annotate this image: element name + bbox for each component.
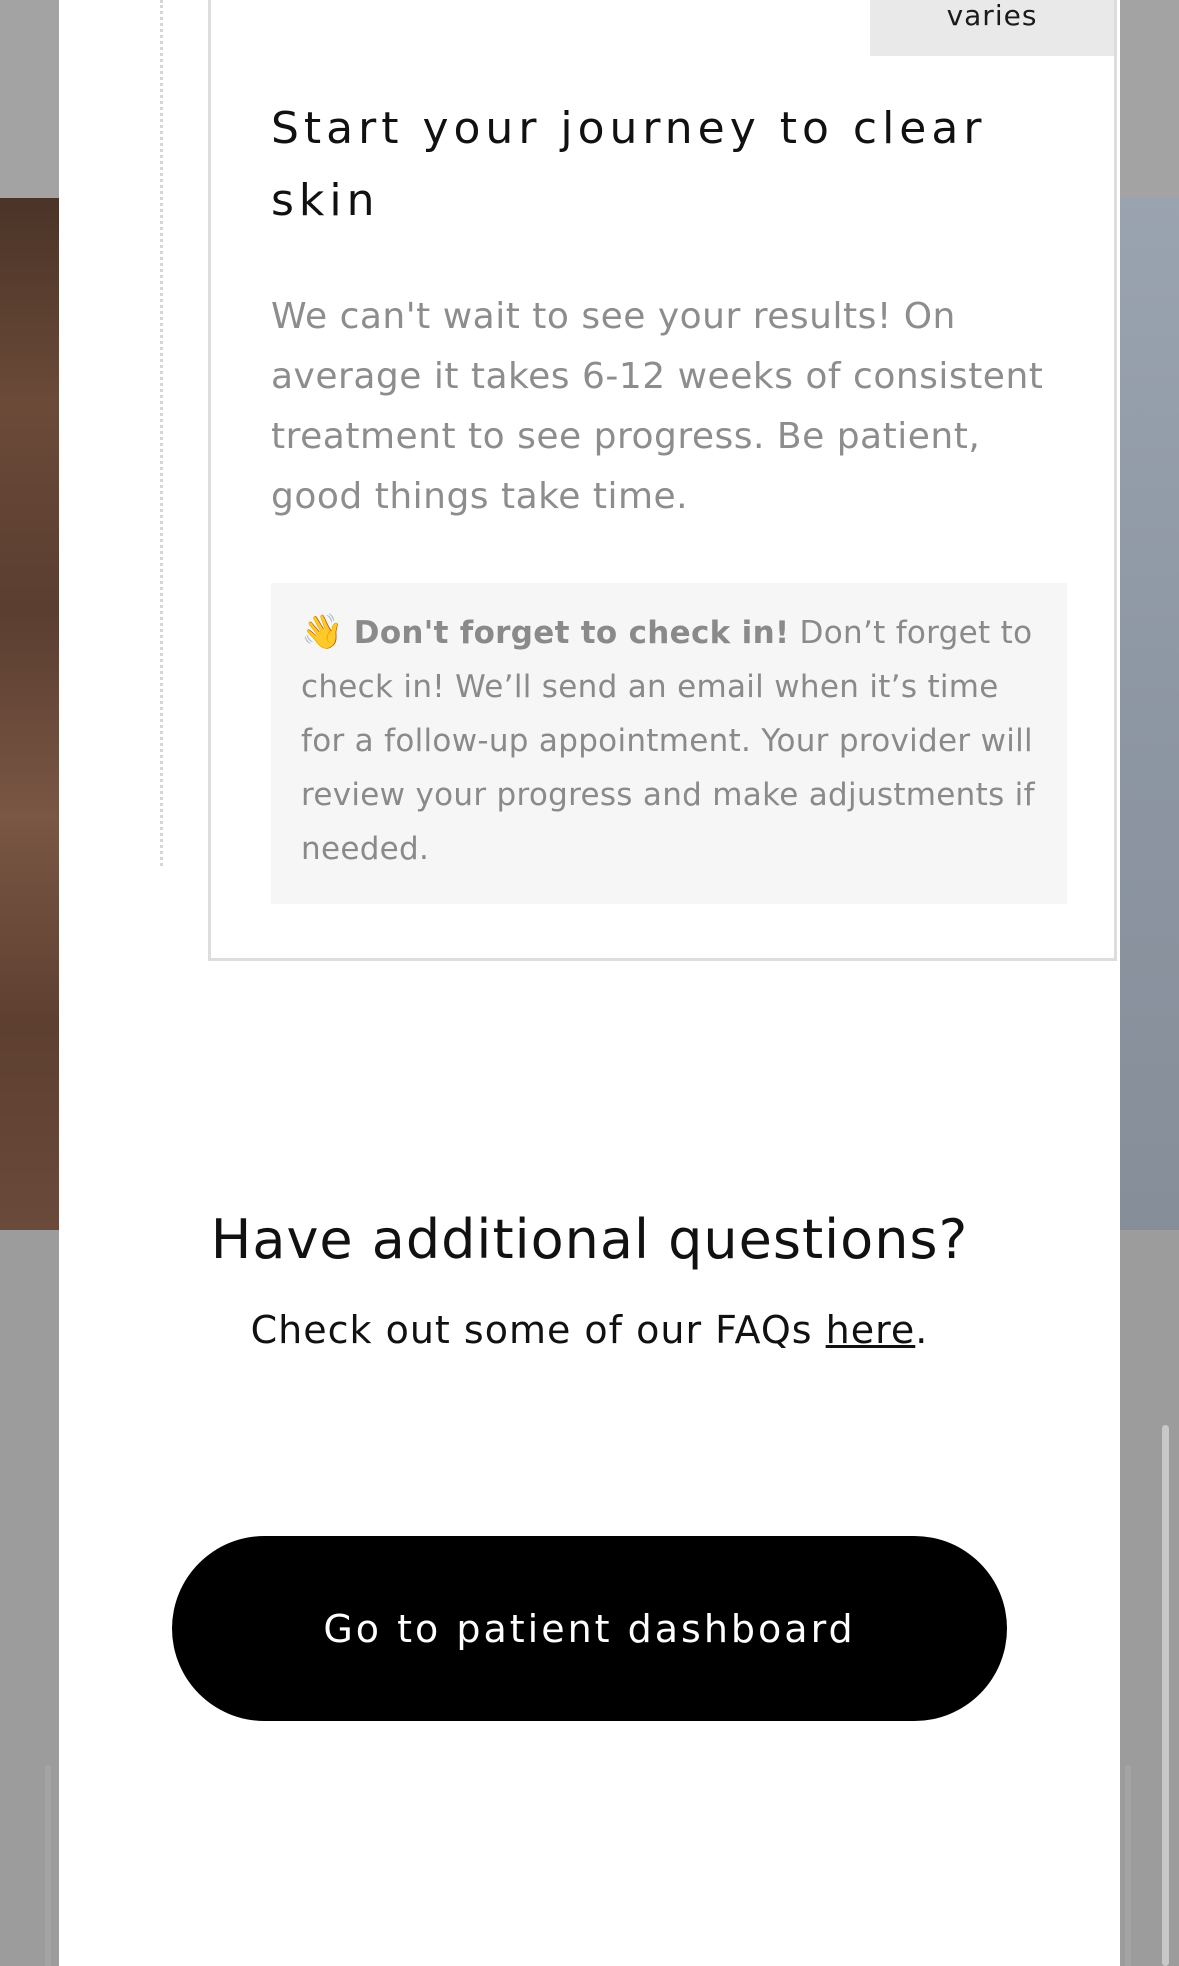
background-divider (45, 1765, 51, 1966)
background-photo-right (1120, 198, 1179, 1230)
callout-heading: Don't forget to check in! (353, 615, 790, 651)
modal-sheet: varies Start your journey to clear skin … (59, 0, 1120, 1966)
callout-text: Don’t forget to check in! We’ll send an … (301, 615, 1035, 867)
faq-link[interactable]: here (826, 1308, 916, 1352)
faq-text: Check out some of our FAQs here. (59, 1308, 1120, 1352)
step-description: We can't wait to see your results! On av… (271, 296, 1044, 517)
waving-hand-icon: 👋 (301, 612, 344, 652)
scrollbar[interactable] (1162, 1425, 1169, 1966)
background-divider (1125, 1765, 1131, 1966)
step-title: Start your journey to clear skin (271, 103, 987, 226)
timeline-line (160, 0, 163, 866)
faq-heading: Have additional questions? (210, 1208, 969, 1271)
timeline-step-card: varies Start your journey to clear skin … (208, 0, 1117, 961)
faq-text-prefix: Check out some of our FAQs (250, 1308, 826, 1352)
patient-dashboard-button[interactable]: Go to patient dashboard (172, 1536, 1007, 1721)
background-photo-left (0, 198, 60, 1230)
duration-tag-label: varies (946, 0, 1038, 32)
check-in-callout: 👋 Don't forget to check in! Don’t forget… (271, 583, 1067, 904)
duration-tag: varies (870, 0, 1114, 56)
faq-text-suffix: . (915, 1308, 929, 1352)
